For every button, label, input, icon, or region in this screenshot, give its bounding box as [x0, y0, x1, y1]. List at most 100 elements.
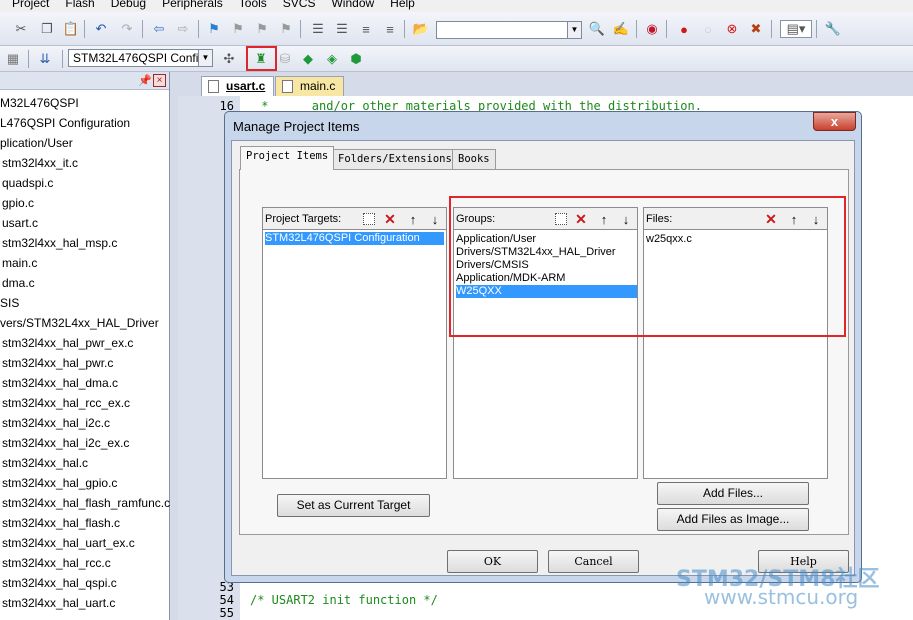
watermark-url: www.stmcu.org — [704, 585, 859, 609]
ok-button[interactable]: OK — [447, 550, 538, 573]
tree-item[interactable]: plication/User — [0, 136, 73, 150]
breakpoint-disable-all-icon[interactable]: ⊗ — [723, 20, 741, 38]
add-files-as-image-button[interactable]: Add Files as Image... — [657, 508, 809, 531]
pack-installer-icon[interactable]: ◆ — [299, 50, 317, 68]
tree-item[interactable]: stm32l4xx_hal_uart_ex.c — [2, 536, 135, 550]
menu-help[interactable]: Help — [390, 0, 415, 10]
incremental-find-icon[interactable]: ✍ — [612, 20, 630, 38]
find-icon[interactable]: 🔍 — [588, 20, 606, 38]
tree-item[interactable]: stm32l4xx_hal_flash.c — [2, 516, 120, 530]
file-icon — [282, 80, 293, 93]
build-toolbar: ▦ ⇊ STM32L476QSPI Configu ▼ ✣ ♜ ⛁ ◆ ◈ ⬢ — [0, 46, 913, 72]
code-line: /* USART2 init function */ — [250, 593, 438, 607]
tree-item[interactable]: stm32l4xx_hal_rcc.c — [2, 556, 111, 570]
tree-item[interactable]: stm32l4xx_hal_flash_ramfunc.c — [2, 496, 170, 510]
new-item-icon[interactable] — [363, 213, 375, 225]
undo-icon[interactable]: ↶ — [92, 20, 110, 38]
redo-icon[interactable]: ↷ — [118, 20, 136, 38]
breakpoint-insert-icon[interactable]: ● — [675, 20, 693, 38]
tree-item[interactable]: gpio.c — [2, 196, 34, 210]
tree-item[interactable]: vers/STM32L4xx_HAL_Driver — [0, 316, 159, 330]
tree-item[interactable]: stm32l4xx_it.c — [2, 156, 78, 170]
bookmark-icon[interactable]: ⚑ — [205, 20, 223, 38]
window-layout-icon[interactable]: ▤▾ — [780, 20, 812, 38]
menu-window[interactable]: Window — [331, 0, 374, 10]
find-in-files-icon[interactable]: 📂 — [412, 20, 430, 38]
pin-icon[interactable]: 📌 — [138, 74, 152, 87]
tab-usart-c[interactable]: usart.c — [201, 76, 275, 96]
tree-item[interactable]: M32L476QSPI — [0, 96, 79, 110]
close-icon[interactable]: × — [153, 74, 166, 87]
manage-rte-icon[interactable]: ◈ — [323, 50, 341, 68]
configure-icon[interactable]: 🔧 — [824, 20, 842, 38]
menu-bar: Project Flash Debug Peripherals Tools SVCS Win… — [0, 0, 913, 12]
nav-forward-icon[interactable]: ⇨ — [174, 20, 192, 38]
breakpoint-disable-icon[interactable]: ○ — [699, 20, 717, 38]
bookmark-next-icon[interactable]: ⚑ — [253, 20, 271, 38]
comment-icon[interactable]: ≡ — [357, 20, 375, 38]
bookmark-prev-icon[interactable]: ⚑ — [229, 20, 247, 38]
toolbar-separator — [142, 20, 143, 38]
tab-project-items[interactable]: Project Items — [240, 146, 335, 170]
tab-main-c[interactable]: main.c — [275, 76, 345, 96]
tree-item[interactable]: usart.c — [2, 216, 38, 230]
tree-item[interactable]: stm32l4xx_hal_i2c_ex.c — [2, 436, 129, 450]
tab-folders-extensions[interactable]: Folders/Extensions — [332, 149, 458, 169]
tree-item[interactable]: stm32l4xx_hal_dma.c — [2, 376, 118, 390]
tree-item[interactable]: L476QSPI Configuration — [0, 116, 130, 130]
target-select-value: STM32L476QSPI Configu — [73, 51, 212, 65]
move-down-icon[interactable]: ↓ — [426, 211, 444, 227]
line-number: 55 — [219, 606, 234, 620]
tree-item[interactable]: SIS — [0, 296, 19, 310]
tree-item[interactable]: stm32l4xx_hal.c — [2, 456, 88, 470]
tab-books[interactable]: Books — [452, 149, 496, 169]
cube-icon[interactable]: ⬢ — [347, 50, 365, 68]
search-combo[interactable]: ▼ — [436, 21, 582, 39]
target-options-icon[interactable]: ✣ — [220, 50, 238, 68]
menu-debug[interactable]: Debug — [111, 0, 146, 10]
tree-item[interactable]: stm32l4xx_hal_rcc_ex.c — [2, 396, 130, 410]
tree-item[interactable]: stm32l4xx_hal_qspi.c — [2, 576, 117, 590]
editor-tabs: usart.c main.c — [171, 72, 913, 96]
tree-item[interactable]: stm32l4xx_hal_pwr_ex.c — [2, 336, 133, 350]
cancel-button[interactable]: Cancel — [548, 550, 639, 573]
chevron-down-icon[interactable]: ▼ — [198, 50, 212, 66]
close-icon[interactable]: x — [813, 112, 856, 131]
delete-icon[interactable]: ✕ — [381, 211, 399, 227]
menu-flash[interactable]: Flash — [65, 0, 94, 10]
indent-icon[interactable]: ☰ — [309, 20, 327, 38]
bookmark-clear-icon[interactable]: ⚑ — [277, 20, 295, 38]
tree-item[interactable]: stm32l4xx_hal_msp.c — [2, 236, 117, 250]
menu-svcs[interactable]: SVCS — [283, 0, 316, 10]
set-current-target-button[interactable]: Set as Current Target — [277, 494, 430, 517]
menu-peripherals[interactable]: Peripherals — [162, 0, 223, 10]
tree-item[interactable]: main.c — [2, 256, 37, 270]
add-files-button[interactable]: Add Files... — [657, 482, 809, 505]
tree-item[interactable]: stm32l4xx_hal_pwr.c — [2, 356, 113, 370]
tree-item[interactable]: dma.c — [2, 276, 35, 290]
tree-item[interactable]: stm32l4xx_hal_i2c.c — [2, 416, 110, 430]
menu-tools[interactable]: Tools — [239, 0, 267, 10]
download-icon[interactable]: ⇊ — [36, 50, 54, 68]
toolbar-separator — [816, 20, 817, 38]
select-packs-icon[interactable]: ⛁ — [276, 50, 294, 68]
batch-build-icon[interactable]: ▦ — [4, 50, 22, 68]
unindent-icon[interactable]: ☰ — [333, 20, 351, 38]
list-item[interactable]: STM32L476QSPI Configuration — [265, 232, 444, 245]
tree-item[interactable]: stm32l4xx_hal_uart.c — [2, 596, 115, 610]
paste-icon[interactable]: 📋 — [62, 20, 80, 38]
tab-label: main.c — [300, 79, 336, 93]
chevron-down-icon[interactable]: ▼ — [567, 22, 581, 38]
debug-start-icon[interactable]: ◉ — [643, 20, 661, 38]
uncomment-icon[interactable]: ≡ — [381, 20, 399, 38]
move-up-icon[interactable]: ↑ — [404, 211, 422, 227]
tree-item[interactable]: quadspi.c — [2, 176, 53, 190]
copy-icon[interactable]: ❐ — [38, 20, 56, 38]
menu-project[interactable]: Project — [12, 0, 49, 10]
nav-back-icon[interactable]: ⇦ — [150, 20, 168, 38]
breakpoint-kill-all-icon[interactable]: ✖ — [747, 20, 765, 38]
tab-label: usart.c — [226, 79, 266, 93]
target-select[interactable]: STM32L476QSPI Configu ▼ — [68, 49, 213, 67]
cut-icon[interactable]: ✂ — [12, 20, 30, 38]
tree-item[interactable]: stm32l4xx_hal_gpio.c — [2, 476, 117, 490]
